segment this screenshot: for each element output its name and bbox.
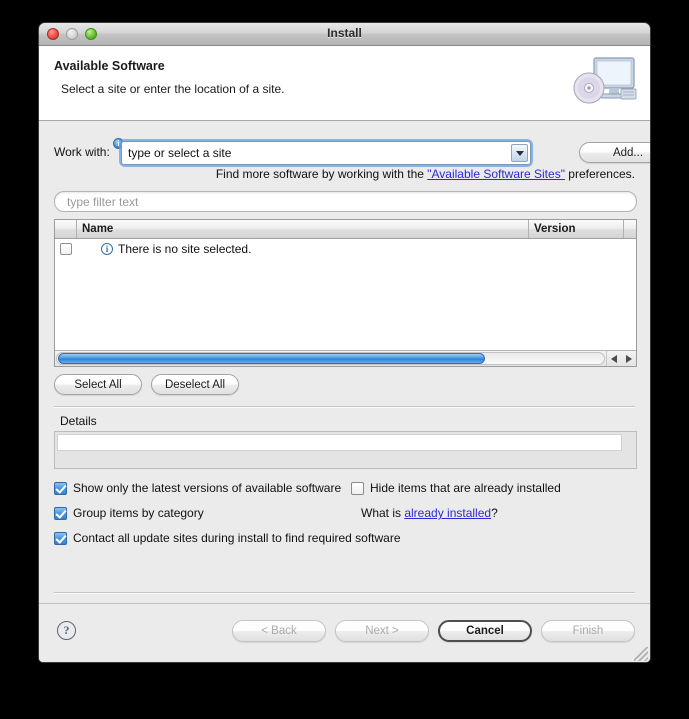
finish-button[interactable]: Finish	[541, 620, 635, 642]
what-is-already-installed: What is already installed?	[361, 506, 498, 520]
select-all-button[interactable]: Select All	[54, 374, 142, 395]
option-label-hide-installed: Hide items that are already installed	[370, 481, 561, 495]
window-titlebar[interactable]: Install	[39, 23, 650, 46]
help-button[interactable]: ?	[57, 621, 76, 640]
arrow-right-icon[interactable]	[625, 354, 632, 363]
table-header-row: Name Version	[55, 220, 636, 239]
checkbox-show-latest-versions[interactable]	[54, 481, 67, 495]
scrollbar-thumb[interactable]	[58, 353, 485, 364]
option-contact-update-sites[interactable]: Contact all update sites during install …	[54, 531, 401, 545]
row-name-label: There is no site selected.	[118, 241, 252, 256]
page-title: Available Software	[54, 59, 165, 73]
resize-grip[interactable]	[634, 647, 648, 661]
scrollbar-arrows[interactable]	[606, 351, 636, 366]
monitor-with-disc-icon	[573, 57, 637, 104]
row-name-cell: i There is no site selected.	[77, 242, 251, 256]
checkbox-group-by-category[interactable]	[54, 506, 67, 520]
table-row[interactable]: i There is no site selected.	[55, 239, 636, 258]
info-icon: i	[101, 242, 113, 255]
find-more-software-text: Find more software by working with the "…	[216, 167, 635, 181]
footer-button-group: < Back Next > Cancel Finish	[232, 620, 635, 642]
what-is-suffix: ?	[491, 506, 498, 520]
wizard-header: Available Software Select a site or ente…	[39, 46, 650, 121]
work-with-combo-inner[interactable]: type or select a site	[121, 141, 531, 165]
footer-separator	[54, 592, 635, 594]
selection-buttons: Select All Deselect All	[54, 374, 239, 395]
row-checkbox[interactable]	[60, 242, 72, 255]
details-panel	[54, 431, 637, 469]
option-show-latest-versions[interactable]: Show only the latest versions of availab…	[54, 481, 341, 495]
back-button[interactable]: < Back	[232, 620, 326, 642]
already-installed-link[interactable]: already installed	[404, 506, 491, 520]
table-header-name[interactable]: Name	[77, 220, 529, 238]
arrow-left-icon[interactable]	[611, 354, 618, 363]
add-site-button[interactable]: Add...	[579, 142, 650, 163]
find-more-suffix: preferences.	[564, 167, 635, 181]
option-label-show-latest-versions: Show only the latest versions of availab…	[73, 481, 342, 495]
option-group-by-category[interactable]: Group items by category	[54, 506, 204, 520]
page-subtitle: Select a site or enter the location of a…	[61, 82, 285, 96]
dialog-body: Work with: i type or select a site Add..…	[39, 121, 650, 603]
dialog-footer: ? < Back Next > Cancel Finish	[39, 603, 650, 662]
checkbox-contact-update-sites[interactable]	[54, 531, 67, 545]
find-more-prefix: Find more software by working with the	[215, 167, 428, 181]
table-horizontal-scrollbar[interactable]	[55, 350, 636, 366]
details-separator	[54, 406, 635, 408]
row-checkbox-cell[interactable]	[55, 242, 77, 255]
window-title: Install	[327, 26, 362, 40]
table-header-version[interactable]: Version	[529, 220, 624, 238]
scrollbar-track[interactable]	[56, 352, 605, 365]
cancel-button[interactable]: Cancel	[438, 620, 532, 642]
available-software-sites-link[interactable]: "Available Software Sites"	[427, 167, 565, 181]
deselect-all-button[interactable]: Deselect All	[151, 374, 239, 395]
checkbox-hide-installed[interactable]	[351, 481, 364, 495]
work-with-row: Work with: i type or select a site Add..…	[39, 138, 650, 165]
filter-input[interactable]: type filter text	[54, 191, 637, 212]
chevron-down-icon[interactable]	[511, 144, 528, 162]
work-with-label: Work with:	[54, 145, 110, 159]
work-with-combo[interactable]: type or select a site	[121, 141, 531, 165]
option-hide-installed[interactable]: Hide items that are already installed	[351, 481, 561, 495]
table-header-spacer	[624, 220, 636, 238]
details-label: Details	[60, 414, 97, 428]
screenshot-root: Install Available Software Select a site…	[0, 0, 689, 719]
option-label-group-by-category: Group items by category	[73, 506, 204, 520]
software-table[interactable]: Name Version i There is no site selected…	[54, 219, 637, 367]
option-label-contact-update-sites: Contact all update sites during install …	[73, 531, 401, 545]
table-header-checkbox-col	[55, 220, 77, 238]
next-button[interactable]: Next >	[335, 620, 429, 642]
details-text-area[interactable]	[57, 434, 622, 451]
what-is-prefix: What is	[361, 506, 405, 520]
install-dialog-window: Install Available Software Select a site…	[38, 22, 651, 663]
work-with-input[interactable]: type or select a site	[122, 146, 511, 160]
filter-placeholder: type filter text	[67, 194, 139, 209]
